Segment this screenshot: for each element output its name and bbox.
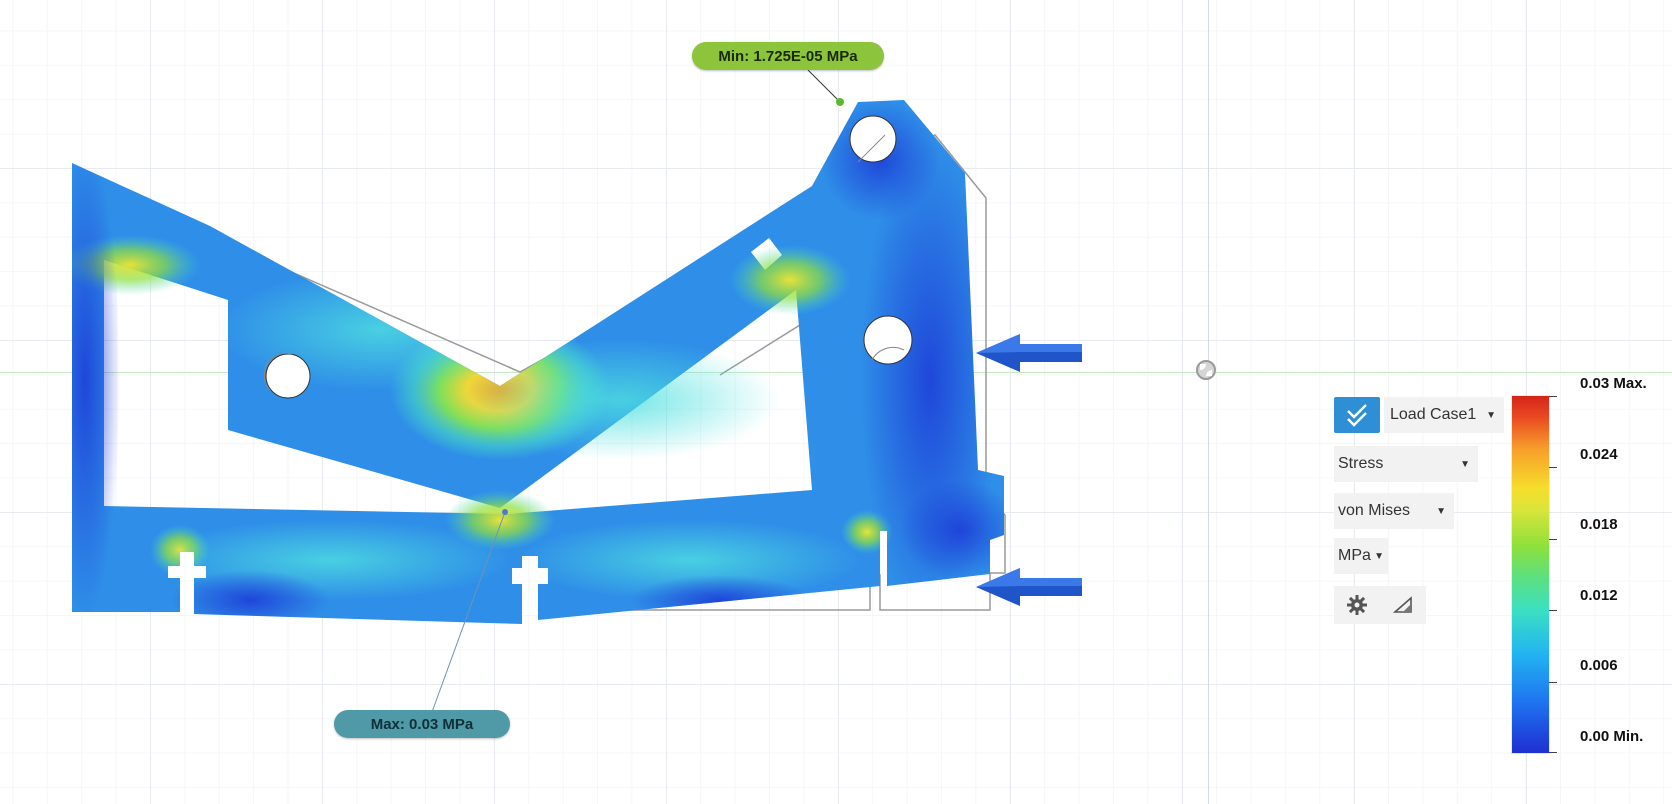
- legend-tick: [1549, 539, 1557, 540]
- legend-label: 0.018: [1580, 516, 1618, 533]
- stress-color-legend: [1512, 396, 1549, 753]
- legend-label-min: 0.00 Min.: [1580, 728, 1644, 745]
- checkmark-icon[interactable]: [1334, 397, 1380, 433]
- load-case-label: Load Case1: [1390, 406, 1477, 423]
- pivot-hole-mid: [863, 315, 913, 365]
- legend-label: 0.024: [1580, 446, 1618, 463]
- min-stress-callout[interactable]: Min: 1.725E-05 MPa: [692, 42, 884, 70]
- origin-icon[interactable]: [1196, 360, 1216, 380]
- pivot-hole-top: [849, 115, 897, 163]
- units-dropdown[interactable]: MPa ▼: [1334, 538, 1388, 574]
- max-stress-callout[interactable]: Max: 0.03 MPa: [334, 710, 510, 738]
- legend-label-max: 0.03 Max.: [1580, 375, 1647, 392]
- max-probe-point: [502, 509, 508, 515]
- legend-label: 0.006: [1580, 657, 1618, 674]
- chevron-down-icon: ▼: [1460, 459, 1470, 470]
- result-type-label: Stress: [1338, 455, 1384, 472]
- result-type-dropdown[interactable]: Stress ▼: [1334, 446, 1478, 482]
- chevron-down-icon: ▼: [1436, 506, 1446, 517]
- mount-hole: [265, 353, 311, 399]
- criterion-label: von Mises: [1338, 502, 1411, 519]
- legend-tick: [1549, 396, 1557, 397]
- legend-toolbar: [1334, 586, 1426, 624]
- legend-tick: [1549, 682, 1557, 683]
- load-case-dropdown[interactable]: Load Case1 ▼: [1384, 397, 1504, 433]
- min-probe-point: [836, 98, 844, 106]
- load-arrow-upper[interactable]: [976, 334, 1082, 372]
- criterion-dropdown[interactable]: von Mises ▼: [1334, 493, 1454, 529]
- stressed-part[interactable]: [50, 100, 1020, 630]
- chevron-down-icon: ▼: [1374, 551, 1384, 562]
- legend-label: 0.012: [1580, 587, 1618, 604]
- legend-tick: [1549, 610, 1557, 611]
- legend-tick: [1549, 467, 1557, 468]
- units-label: MPa: [1338, 547, 1371, 564]
- probe-icon[interactable]: [1388, 590, 1418, 620]
- gear-icon[interactable]: [1342, 590, 1372, 620]
- chevron-down-icon: ▼: [1486, 410, 1496, 421]
- legend-tick: [1549, 752, 1557, 753]
